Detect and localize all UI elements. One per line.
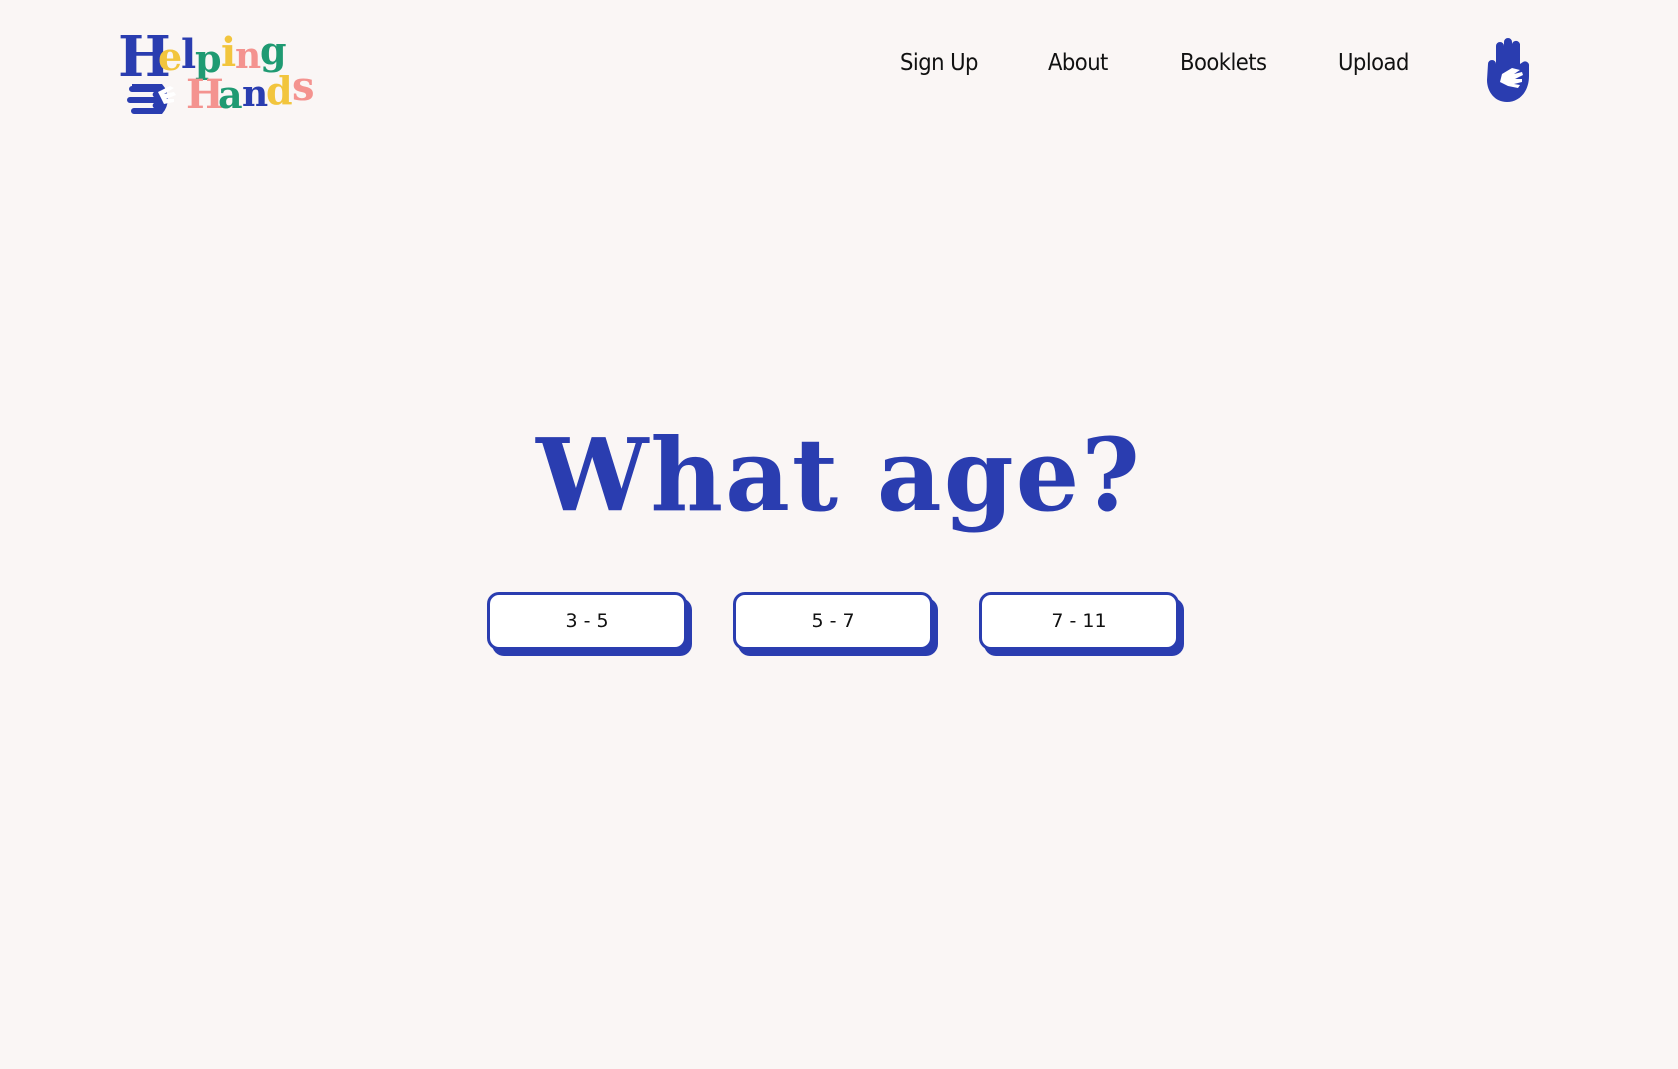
nav-sign-up[interactable]: Sign Up [900, 50, 978, 76]
age-option-3-5[interactable]: 3 - 5 [487, 592, 687, 650]
main-nav: Sign Up About Booklets Upload [0, 50, 1678, 86]
hand-icon [1487, 38, 1530, 102]
age-option-5-7[interactable]: 5 - 7 [733, 592, 933, 650]
hand-profile-button[interactable] [1482, 34, 1532, 102]
nav-upload[interactable]: Upload [1338, 50, 1409, 76]
nav-about[interactable]: About [1048, 50, 1108, 76]
page-heading: What age? [536, 416, 1142, 534]
nav-booklets[interactable]: Booklets [1180, 50, 1267, 76]
age-option-7-11[interactable]: 7 - 11 [979, 592, 1179, 650]
logo-hand-icon [127, 84, 176, 114]
age-options: 3 - 5 5 - 7 7 - 11 [487, 592, 1179, 650]
